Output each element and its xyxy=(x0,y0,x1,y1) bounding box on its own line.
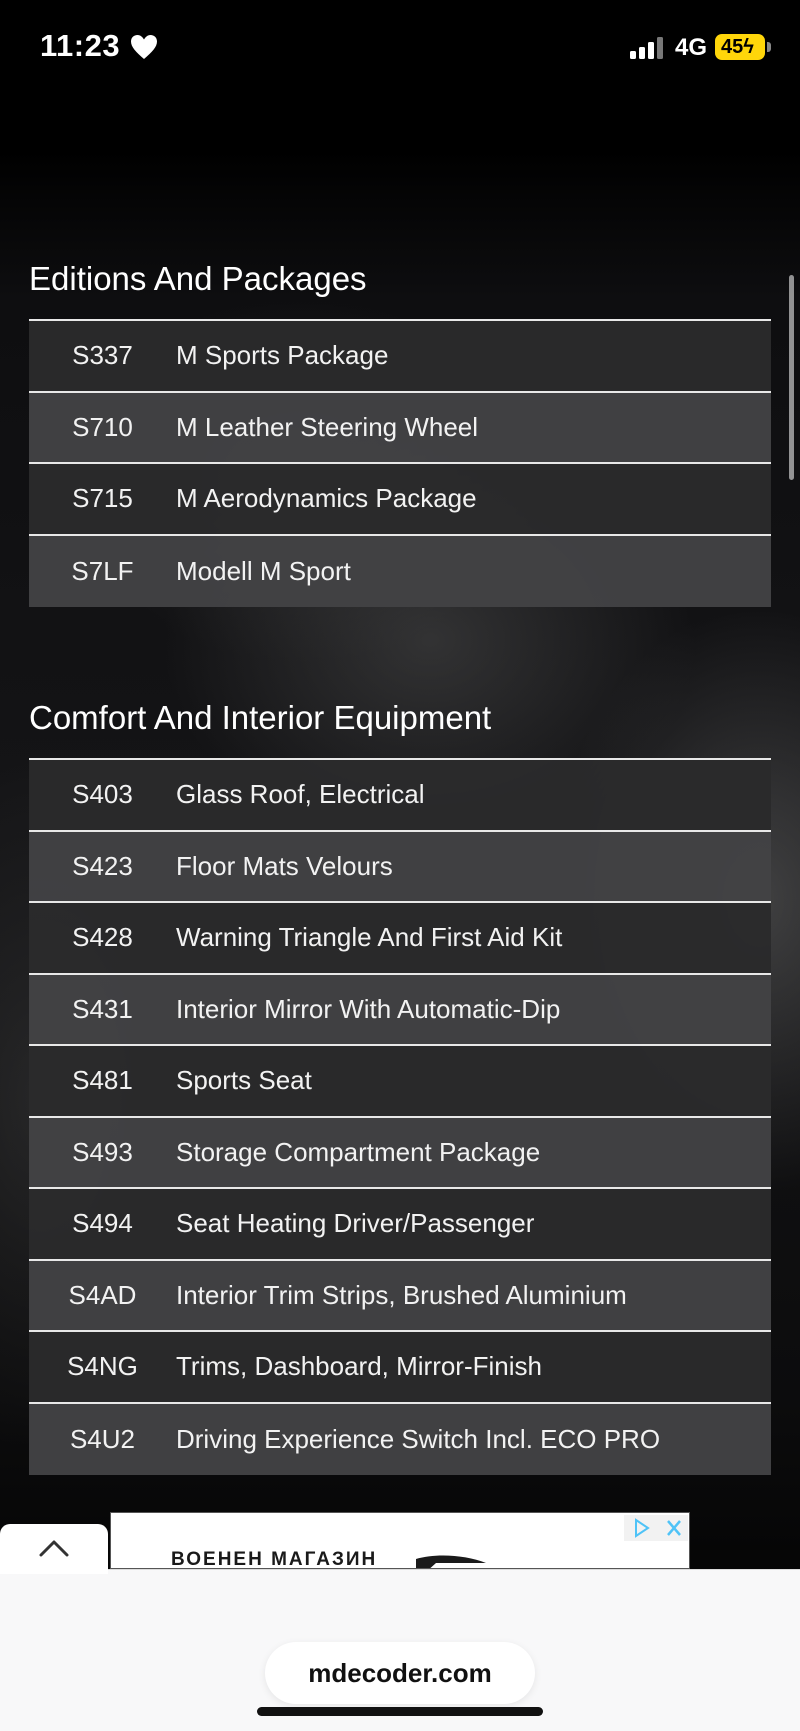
home-indicator[interactable] xyxy=(257,1707,543,1716)
option-description: M Aerodynamics Package xyxy=(176,483,477,514)
option-description: Seat Heating Driver/Passenger xyxy=(176,1208,535,1239)
ad-choices-icon[interactable] xyxy=(624,1515,688,1541)
table-row: S423 Floor Mats Velours xyxy=(29,831,771,903)
option-description: Interior Trim Strips, Brushed Aluminium xyxy=(176,1279,627,1310)
ad-banner[interactable]: ВОЕНЕН МАГАЗИН xyxy=(110,1512,690,1569)
battery-icon: 45ϟ xyxy=(715,34,765,60)
option-description: Glass Roof, Electrical xyxy=(176,779,425,810)
status-time: 11:23 xyxy=(40,28,121,63)
option-description: Warning Triangle And First Aid Kit xyxy=(176,922,563,953)
table-row: S428 Warning Triangle And First Aid Kit xyxy=(29,903,771,975)
signal-icon xyxy=(630,37,663,59)
battery-cap xyxy=(767,42,771,52)
table-row: S403 Glass Roof, Electrical xyxy=(29,760,771,832)
table-row: S715 M Aerodynamics Package xyxy=(29,464,771,536)
option-description: Modell M Sport xyxy=(176,555,351,586)
option-code: S4U2 xyxy=(69,1423,136,1454)
table-row: S494 Seat Heating Driver/Passenger xyxy=(29,1189,771,1261)
table-row: S4U2 Driving Experience Switch Incl. ECO… xyxy=(29,1403,771,1475)
battery-level: 45 xyxy=(721,36,744,58)
option-description: Trims, Dashboard, Mirror-Finish xyxy=(176,1351,542,1382)
option-code: S715 xyxy=(72,483,133,514)
ad-logo-shape xyxy=(416,1555,486,1568)
option-description: Interior Mirror With Automatic-Dip xyxy=(176,993,561,1024)
ad-text: ВОЕНЕН МАГАЗИН xyxy=(171,1549,378,1569)
network-type: 4G xyxy=(675,34,708,61)
table-row: S710 M Leather Steering Wheel xyxy=(29,392,771,464)
table-row: S431 Interior Mirror With Automatic-Dip xyxy=(29,974,771,1046)
option-code: S337 xyxy=(72,340,133,371)
option-description: Driving Experience Switch Incl. ECO PRO xyxy=(176,1423,661,1454)
option-code: S4NG xyxy=(67,1351,138,1382)
chevron-up-icon xyxy=(39,1540,69,1557)
section-title-editions: Editions And Packages xyxy=(29,260,367,297)
table-row: S481 Sports Seat xyxy=(29,1046,771,1118)
charging-bolt-icon: ϟ xyxy=(743,36,754,58)
options-table-editions: S337 M Sports Package S710 M Leather Ste… xyxy=(29,319,771,607)
table-row: S337 M Sports Package xyxy=(29,321,771,393)
address-bar[interactable]: mdecoder.com xyxy=(265,1642,535,1704)
option-code: S431 xyxy=(72,993,133,1024)
option-code: S494 xyxy=(72,1208,133,1239)
option-description: Floor Mats Velours xyxy=(176,850,393,881)
scroll-to-top-button[interactable] xyxy=(0,1524,108,1574)
option-code: S423 xyxy=(72,850,133,881)
table-row: S4AD Interior Trim Strips, Brushed Alumi… xyxy=(29,1260,771,1332)
table-row: S7LF Modell M Sport xyxy=(29,535,771,607)
option-code: S493 xyxy=(72,1136,133,1167)
scrollbar[interactable] xyxy=(789,275,794,480)
status-bar: 11:23 4G 45ϟ xyxy=(0,0,800,96)
option-code: S710 xyxy=(72,411,133,442)
option-code: S403 xyxy=(72,779,133,810)
option-code: S4AD xyxy=(68,1279,137,1310)
option-description: Storage Compartment Package xyxy=(176,1136,541,1167)
heart-icon xyxy=(131,35,157,59)
option-code: S481 xyxy=(72,1065,133,1096)
table-row: S493 Storage Compartment Package xyxy=(29,1117,771,1189)
table-row: S4NG Trims, Dashboard, Mirror-Finish xyxy=(29,1332,771,1404)
option-description: Sports Seat xyxy=(176,1065,312,1096)
option-description: M Sports Package xyxy=(176,340,389,371)
option-code: S7LF xyxy=(71,555,134,586)
section-title-comfort: Comfort And Interior Equipment xyxy=(29,699,492,736)
option-description: M Leather Steering Wheel xyxy=(176,411,479,442)
option-code: S428 xyxy=(72,922,133,953)
options-table-comfort: S403 Glass Roof, Electrical S423 Floor M… xyxy=(29,758,771,1475)
